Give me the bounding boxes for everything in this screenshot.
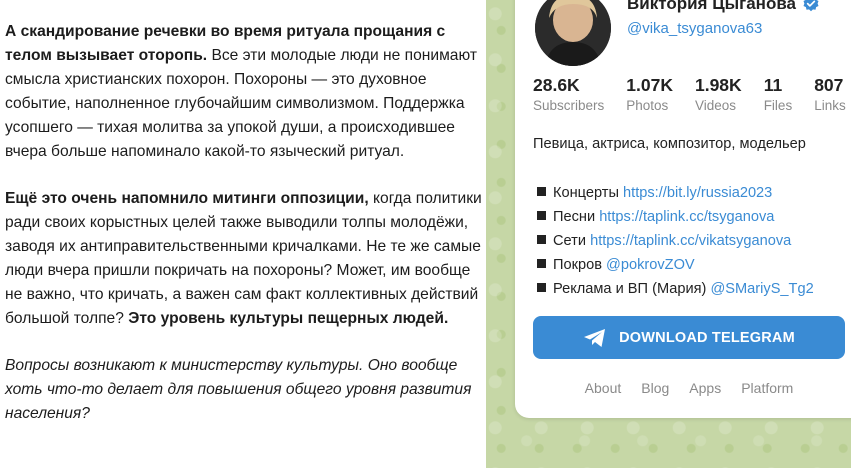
stat-value: 807 <box>814 75 844 95</box>
stat-files[interactable]: 11 Files <box>764 74 793 116</box>
link-row: Концерты https://bit.ly/russia2023 <box>537 181 814 205</box>
channel-name: Виктория Цыганова <box>627 0 797 13</box>
download-telegram-label: DOWNLOAD TELEGRAM <box>619 329 795 346</box>
link-row: Реклама и ВП (Мария) @SMariyS_Tg2 <box>537 277 814 301</box>
article-p2-bold-end: Это уровень культуры пещерных людей. <box>128 310 449 327</box>
link-url[interactable]: https://taplink.cc/vikatsyganova <box>590 233 791 249</box>
stat-label: Links <box>814 98 846 113</box>
footer-link-platform[interactable]: Platform <box>741 380 793 396</box>
stat-label: Videos <box>694 98 737 113</box>
stat-links[interactable]: 807 Links <box>814 74 846 116</box>
article-p2-bold: Ещё это очень напомнило митинги оппозици… <box>5 190 369 207</box>
stat-label: Subscribers <box>533 98 605 113</box>
footer-link-about[interactable]: About <box>585 380 622 396</box>
article-text: А скандирование речевки во время ритуала… <box>0 0 486 468</box>
channel-links-list: Концерты https://bit.ly/russia2023 Песни… <box>537 181 814 301</box>
link-row: Песни https://taplink.cc/tsyganova <box>537 205 814 229</box>
link-row: Сети https://taplink.cc/vikatsyganova <box>537 229 814 253</box>
verified-badge-icon <box>803 0 819 12</box>
link-label: Реклама и ВП (Мария) <box>553 281 707 297</box>
article-paragraph-1: А скандирование речевки во время ритуала… <box>5 20 486 164</box>
channel-stats: 28.6K Subscribers 1.07K Photos 1.98K Vid… <box>533 74 851 116</box>
bullet-square-icon <box>537 235 546 244</box>
channel-username-link[interactable]: @vika_tsyganova63 <box>627 20 762 37</box>
link-label: Покров <box>553 257 602 273</box>
article-paragraph-3: Вопросы возникают к министерству культур… <box>5 354 486 426</box>
channel-description: Певица, актриса, композитор, модельер <box>533 136 806 152</box>
footer-links: About Blog Apps Platform <box>533 380 845 396</box>
stat-label: Files <box>763 98 793 113</box>
link-url[interactable]: @SMariyS_Tg2 <box>710 281 813 297</box>
article-p2-text: когда политики ради своих корыстных целе… <box>5 190 482 327</box>
link-label: Концерты <box>553 185 619 201</box>
stat-label: Photos <box>626 98 669 113</box>
bullet-square-icon <box>537 211 546 220</box>
article-p3-italic: Вопросы возникают к министерству культур… <box>5 357 472 422</box>
channel-name-row: Виктория Цыганова <box>627 0 820 14</box>
link-url[interactable]: @pokrovZOV <box>606 257 695 273</box>
bullet-square-icon <box>537 187 546 196</box>
stat-value: 11 <box>763 75 783 95</box>
stat-value: 28.6K <box>533 75 580 95</box>
telegram-plane-icon <box>584 328 606 347</box>
footer-link-apps[interactable]: Apps <box>689 380 721 396</box>
download-telegram-button[interactable]: DOWNLOAD TELEGRAM <box>533 316 845 359</box>
stat-videos[interactable]: 1.98K Videos <box>695 74 742 116</box>
link-row: Покров @pokrovZOV <box>537 253 814 277</box>
link-label: Песни <box>553 209 596 225</box>
footer-link-blog[interactable]: Blog <box>641 380 669 396</box>
stat-subscribers[interactable]: 28.6K Subscribers <box>533 74 604 116</box>
bullet-square-icon <box>537 259 546 268</box>
link-url[interactable]: https://taplink.cc/tsyganova <box>599 209 774 225</box>
stat-value: 1.07K <box>626 75 673 95</box>
link-label: Сети <box>553 233 587 249</box>
stat-photos[interactable]: 1.07K Photos <box>626 74 673 116</box>
stat-value: 1.98K <box>694 75 742 95</box>
article-paragraph-2: Ещё это очень напомнило митинги оппозици… <box>5 187 486 331</box>
link-url[interactable]: https://bit.ly/russia2023 <box>623 185 772 201</box>
bullet-square-icon <box>537 283 546 292</box>
